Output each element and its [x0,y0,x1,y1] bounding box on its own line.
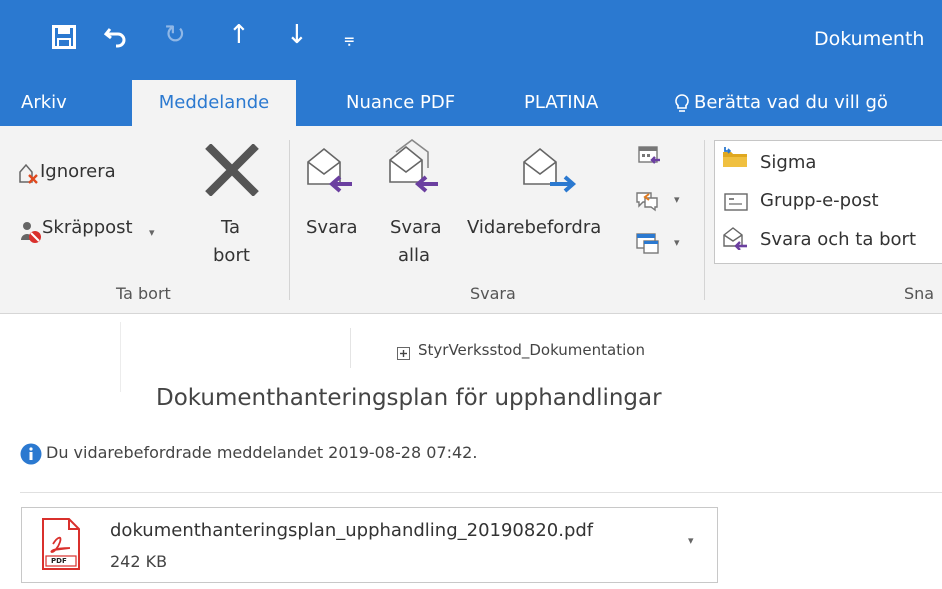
info-bar-text: Du vidarebefordrade meddelandet 2019-08-… [46,443,478,462]
tab-meddelande[interactable]: Meddelande [132,80,296,126]
delete-label-line2[interactable]: bort [213,245,250,266]
tab-arkiv[interactable]: Arkiv [21,92,67,113]
attachment-size: 242 KB [110,552,168,571]
attachment-dropdown-icon[interactable]: ▾ [688,534,694,547]
reply-delete-icon [722,226,748,251]
pdf-file-icon: PDF [40,518,82,570]
ignore-icon [18,162,40,184]
lightbulb-icon [674,93,690,115]
customize-toolbar-icon[interactable]: ⩦ [344,26,355,52]
reply-icon [304,146,354,194]
info-icon [20,443,42,465]
info-divider [20,492,942,493]
quick-step-group-email[interactable]: Grupp-e-post [760,190,879,211]
delete-icon[interactable] [204,143,260,197]
save-icon[interactable] [52,25,76,49]
tab-platina[interactable]: PLATINA [524,92,598,113]
sender-picture [20,322,121,392]
more-respond-icon[interactable] [636,232,662,254]
redo-icon[interactable]: ↻ [164,22,186,48]
reply-all-label-line1[interactable]: Svara [390,217,442,238]
quick-step-reply-delete[interactable]: Svara och ta bort [760,229,916,250]
meeting-icon[interactable] [638,146,662,166]
im-dropdown-icon[interactable]: ▾ [674,193,680,206]
ribbon-separator [289,140,290,300]
group-label-quick-steps: Sna [904,284,935,303]
arrow-down-icon[interactable]: ↓ [286,22,308,48]
folder-label[interactable]: StyrVerksstod_Dokumentation [418,341,645,359]
group-label-delete: Ta bort [116,284,171,303]
reply-button[interactable]: Svara [306,217,358,238]
junk-icon [18,220,42,244]
message-subject: Dokumenthanteringsplan för upphandlingar [156,385,662,411]
tab-nuance-pdf[interactable]: Nuance PDF [346,92,455,113]
folder-move-icon [722,146,748,168]
attachment-filename[interactable]: dokumenthanteringsplan_upphandling_20190… [110,520,593,541]
title-bar: ↻ ↑ ↓ ⩦ Dokumenth [0,0,942,80]
undo-icon[interactable] [103,25,128,49]
group-label-respond: Svara [470,284,516,303]
ribbon-separator [704,140,705,300]
ignore-button[interactable]: Ignorera [40,161,116,182]
pdf-type-label: PDF [51,557,67,565]
reply-all-icon [384,138,440,194]
forward-button[interactable]: Vidarebefordra [467,217,601,238]
delete-label-line1[interactable]: Ta [221,217,240,238]
window-title: Dokumenth [814,28,925,50]
attachment-card[interactable] [21,507,718,583]
im-reply-icon[interactable] [635,190,659,212]
tell-me-search[interactable]: Berätta vad du vill gö [694,92,888,113]
header-divider [350,328,351,368]
quick-step-sigma[interactable]: Sigma [760,152,816,173]
junk-dropdown-icon[interactable]: ▾ [149,226,155,239]
junk-button[interactable]: Skräppost [42,217,133,238]
more-dropdown-icon[interactable]: ▾ [674,236,680,249]
expand-icon[interactable] [397,345,410,360]
forward-icon [520,144,578,196]
group-email-icon [724,193,748,211]
reply-all-label-line2[interactable]: alla [398,245,430,266]
arrow-up-icon[interactable]: ↑ [228,22,250,48]
